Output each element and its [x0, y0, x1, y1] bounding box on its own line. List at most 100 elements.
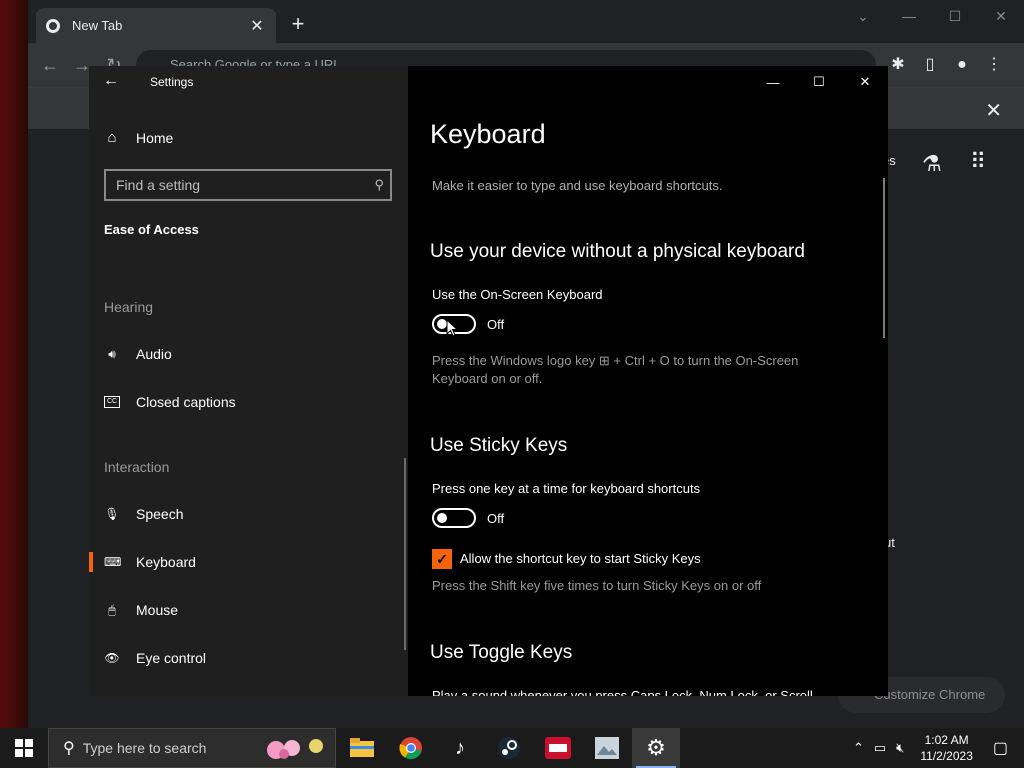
- taskbar-search-placeholder: Type here to search: [82, 740, 207, 756]
- side-panel-icon[interactable]: ▯: [918, 53, 942, 77]
- minimize-icon[interactable]: —: [750, 66, 796, 98]
- sidebar-item-label: Keyboard: [136, 554, 196, 570]
- windows-logo-icon: [15, 739, 33, 757]
- maximize-icon[interactable]: ☐: [796, 66, 842, 98]
- taskbar-steam[interactable]: [485, 728, 533, 768]
- sidebar-item-label: Closed captions: [136, 394, 236, 410]
- clock-time: 1:02 AM: [924, 733, 969, 747]
- back-arrow-icon[interactable]: ←: [103, 72, 119, 90]
- system-tray: ⌃ ▭ 🔇︎ 1:02 AM 11/2/2023 ▢: [847, 728, 1024, 768]
- home-icon: ⌂: [107, 129, 117, 146]
- find-setting-placeholder: Find a setting: [116, 177, 201, 193]
- keyboard-icon: ⌨: [104, 555, 122, 569]
- sticky-toggle-state: Off: [487, 511, 505, 526]
- sidebar-item-closed-captions[interactable]: CC Closed captions: [89, 382, 408, 422]
- tab-search-icon[interactable]: ⌄: [840, 0, 886, 32]
- settings-window-controls: — ☐ ✕: [750, 66, 888, 98]
- sidebar-item-keyboard[interactable]: ⌨ Keyboard: [89, 542, 408, 582]
- steam-icon: [498, 737, 520, 759]
- settings-content: — ☐ ✕ Keyboard Make it easier to type an…: [408, 66, 888, 696]
- mouse-pointer-icon: [446, 319, 458, 337]
- sidebar-item-label: Eye control: [136, 650, 207, 666]
- close-icon[interactable]: ✕: [842, 66, 888, 98]
- sticky-description: Press the Shift key five times to turn S…: [432, 578, 762, 593]
- settings-window: ← Settings ⌂ Home Find a setting ⚲ Ease …: [89, 66, 888, 696]
- chevron-up-icon[interactable]: ⌃: [853, 740, 864, 756]
- volume-muted-icon[interactable]: 🔇︎: [896, 740, 904, 756]
- search-icon: ⚲: [63, 740, 75, 757]
- taskbar-settings[interactable]: ⚙: [632, 728, 680, 768]
- start-button[interactable]: [0, 728, 48, 768]
- close-icon[interactable]: ✕: [978, 0, 1024, 32]
- osk-description: Press the Windows logo key ⊞ + Ctrl + O …: [432, 353, 799, 386]
- sidebar-item-label: Audio: [136, 346, 172, 362]
- new-tab-button[interactable]: +: [286, 12, 310, 36]
- maximize-icon[interactable]: ☐: [932, 0, 978, 32]
- find-setting-input[interactable]: Find a setting ⚲: [104, 169, 392, 201]
- content-scrollbar[interactable]: [883, 178, 885, 338]
- toggle-keys-label: Play a sound whenever you press Caps Loc…: [432, 688, 813, 696]
- network-icon[interactable]: ▭: [874, 740, 886, 756]
- toggle-knob: [437, 513, 447, 523]
- chrome-tabbar: New Tab ✕ + ⌄ — ☐ ✕: [28, 0, 1024, 43]
- search-icon: ⚲: [374, 177, 384, 192]
- group-interaction: Interaction: [104, 459, 170, 475]
- tiktok-icon: ♪: [455, 736, 465, 759]
- sidebar-item-audio[interactable]: 🔊︎ Audio: [89, 334, 408, 374]
- bookmark-bar-close-icon[interactable]: ✕: [985, 98, 1002, 123]
- tab-title: New Tab: [72, 18, 123, 33]
- taskbar-photos[interactable]: [583, 728, 631, 768]
- folder-icon: [350, 738, 374, 757]
- clock[interactable]: 1:02 AM 11/2/2023: [920, 732, 973, 764]
- toggle-keys-heading: Use Toggle Keys: [430, 642, 573, 663]
- section-title: Ease of Access: [104, 222, 199, 237]
- apps-grid-icon[interactable]: ⠿: [970, 149, 986, 175]
- mouse-icon: 🖱︎: [108, 602, 116, 617]
- photos-icon: [595, 737, 619, 759]
- home-label: Home: [136, 129, 174, 146]
- clock-date: 11/2/2023: [920, 749, 973, 763]
- osk-label: Use the On-Screen Keyboard: [432, 287, 603, 302]
- sticky-heading: Use Sticky Keys: [430, 435, 568, 456]
- menu-icon[interactable]: ⋮: [982, 53, 1006, 77]
- back-icon[interactable]: ←: [38, 53, 62, 77]
- eye-icon: 👁︎: [104, 651, 120, 665]
- red-app-icon: [545, 737, 571, 759]
- chrome-favicon-icon: [46, 18, 60, 33]
- taskbar-file-explorer[interactable]: [338, 728, 386, 768]
- chrome-icon: [399, 737, 422, 760]
- sticky-shortcut-checkbox-label[interactable]: Allow the shortcut key to start Sticky K…: [460, 551, 701, 566]
- osk-heading: Use your device without a physical keybo…: [430, 241, 805, 262]
- sidebar-item-speech[interactable]: 🎙︎ Speech: [89, 494, 408, 534]
- page-title: Keyboard: [430, 119, 546, 149]
- osk-toggle-state: Off: [487, 317, 505, 332]
- sidebar-item-label: Mouse: [136, 602, 179, 618]
- taskbar-red-app[interactable]: [534, 728, 582, 768]
- tab-close-icon[interactable]: ✕: [248, 16, 266, 36]
- search-highlight-flowers-icon: [267, 739, 323, 759]
- settings-app-title: Settings: [150, 75, 194, 89]
- sticky-label: Press one key at a time for keyboard sho…: [432, 481, 701, 496]
- sidebar-item-eye-control[interactable]: 👁︎ Eye control: [89, 638, 408, 678]
- minimize-icon[interactable]: —: [886, 0, 932, 32]
- notifications-icon[interactable]: ▢: [993, 738, 1008, 758]
- group-hearing: Hearing: [104, 299, 154, 315]
- page-subtitle: Make it easier to type and use keyboard …: [432, 178, 723, 193]
- sidebar-scrollbar[interactable]: [404, 458, 406, 650]
- labs-icon[interactable]: ⚗: [922, 151, 942, 177]
- home-link[interactable]: ⌂ Home: [104, 129, 173, 146]
- profile-icon[interactable]: ●: [950, 53, 974, 77]
- sticky-shortcut-checkbox[interactable]: ✓: [432, 549, 452, 569]
- speaker-icon: 🔊︎: [108, 346, 116, 361]
- closed-captions-icon: CC: [104, 396, 120, 408]
- sticky-toggle[interactable]: [432, 508, 476, 528]
- microphone-icon: 🎙︎: [104, 507, 120, 521]
- settings-sidebar: ← Settings ⌂ Home Find a setting ⚲ Ease …: [89, 66, 408, 696]
- sidebar-item-mouse[interactable]: 🖱︎ Mouse: [89, 590, 408, 630]
- taskbar-tiktok[interactable]: ♪: [436, 728, 484, 768]
- taskbar: ⚲ Type here to search ♪ ⚙ ⌃ ▭ 🔇︎ 1:02 AM…: [0, 728, 1024, 768]
- chrome-tab-new-tab[interactable]: New Tab ✕: [36, 8, 276, 43]
- extensions-icon[interactable]: ✱: [886, 53, 910, 77]
- taskbar-chrome[interactable]: [387, 728, 435, 768]
- gear-icon: ⚙: [646, 735, 666, 760]
